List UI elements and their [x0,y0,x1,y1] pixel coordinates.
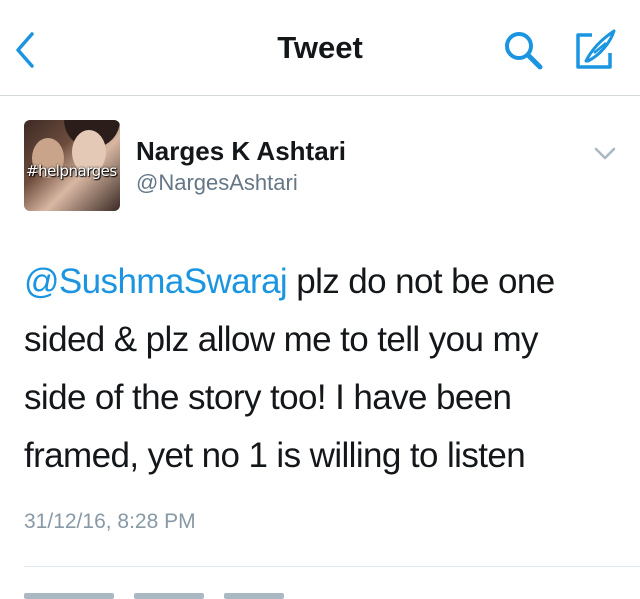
tweet-body: @SushmaSwaraj plz do not be one sided & … [24,253,624,485]
more-options-button[interactable] [590,138,620,168]
tweet-timestamp: 31/12/16, 8:28 PM [24,510,196,533]
compose-icon [576,29,616,69]
avatar[interactable]: #helpnarges [24,120,120,211]
search-button[interactable] [500,27,548,73]
tweet-author-header: #helpnarges Narges K Ashtari @NargesAsht… [24,120,620,215]
partial-row-fragment [134,593,204,599]
navigation-bar: Tweet [0,0,640,96]
compose-button[interactable] [572,27,620,73]
mention-link[interactable]: @SushmaSwaraj [24,262,288,301]
divider [24,566,640,567]
back-button[interactable] [10,28,40,72]
avatar-overlay-text: #helpnarges [26,162,117,180]
partial-row-fragment [224,593,284,599]
partial-row-fragment [24,593,114,599]
partial-next-row [24,588,324,599]
author-handle[interactable]: @NargesAshtari [136,170,298,196]
tweet-line-1: @SushmaSwaraj plz do not be one [24,253,624,311]
search-icon [505,32,543,70]
tweet-line-4: framed, yet no 1 is willing to listen [24,436,526,475]
chevron-down-icon [594,147,616,160]
tweet-line-3: side of the story too! I have been [24,378,512,417]
tweet-line-1-text: plz do not be one [287,262,555,301]
tweet-line-2: sided & plz allow me to tell you my [24,320,539,359]
chevron-left-icon [16,32,34,68]
author-display-name[interactable]: Narges K Ashtari [136,136,346,167]
